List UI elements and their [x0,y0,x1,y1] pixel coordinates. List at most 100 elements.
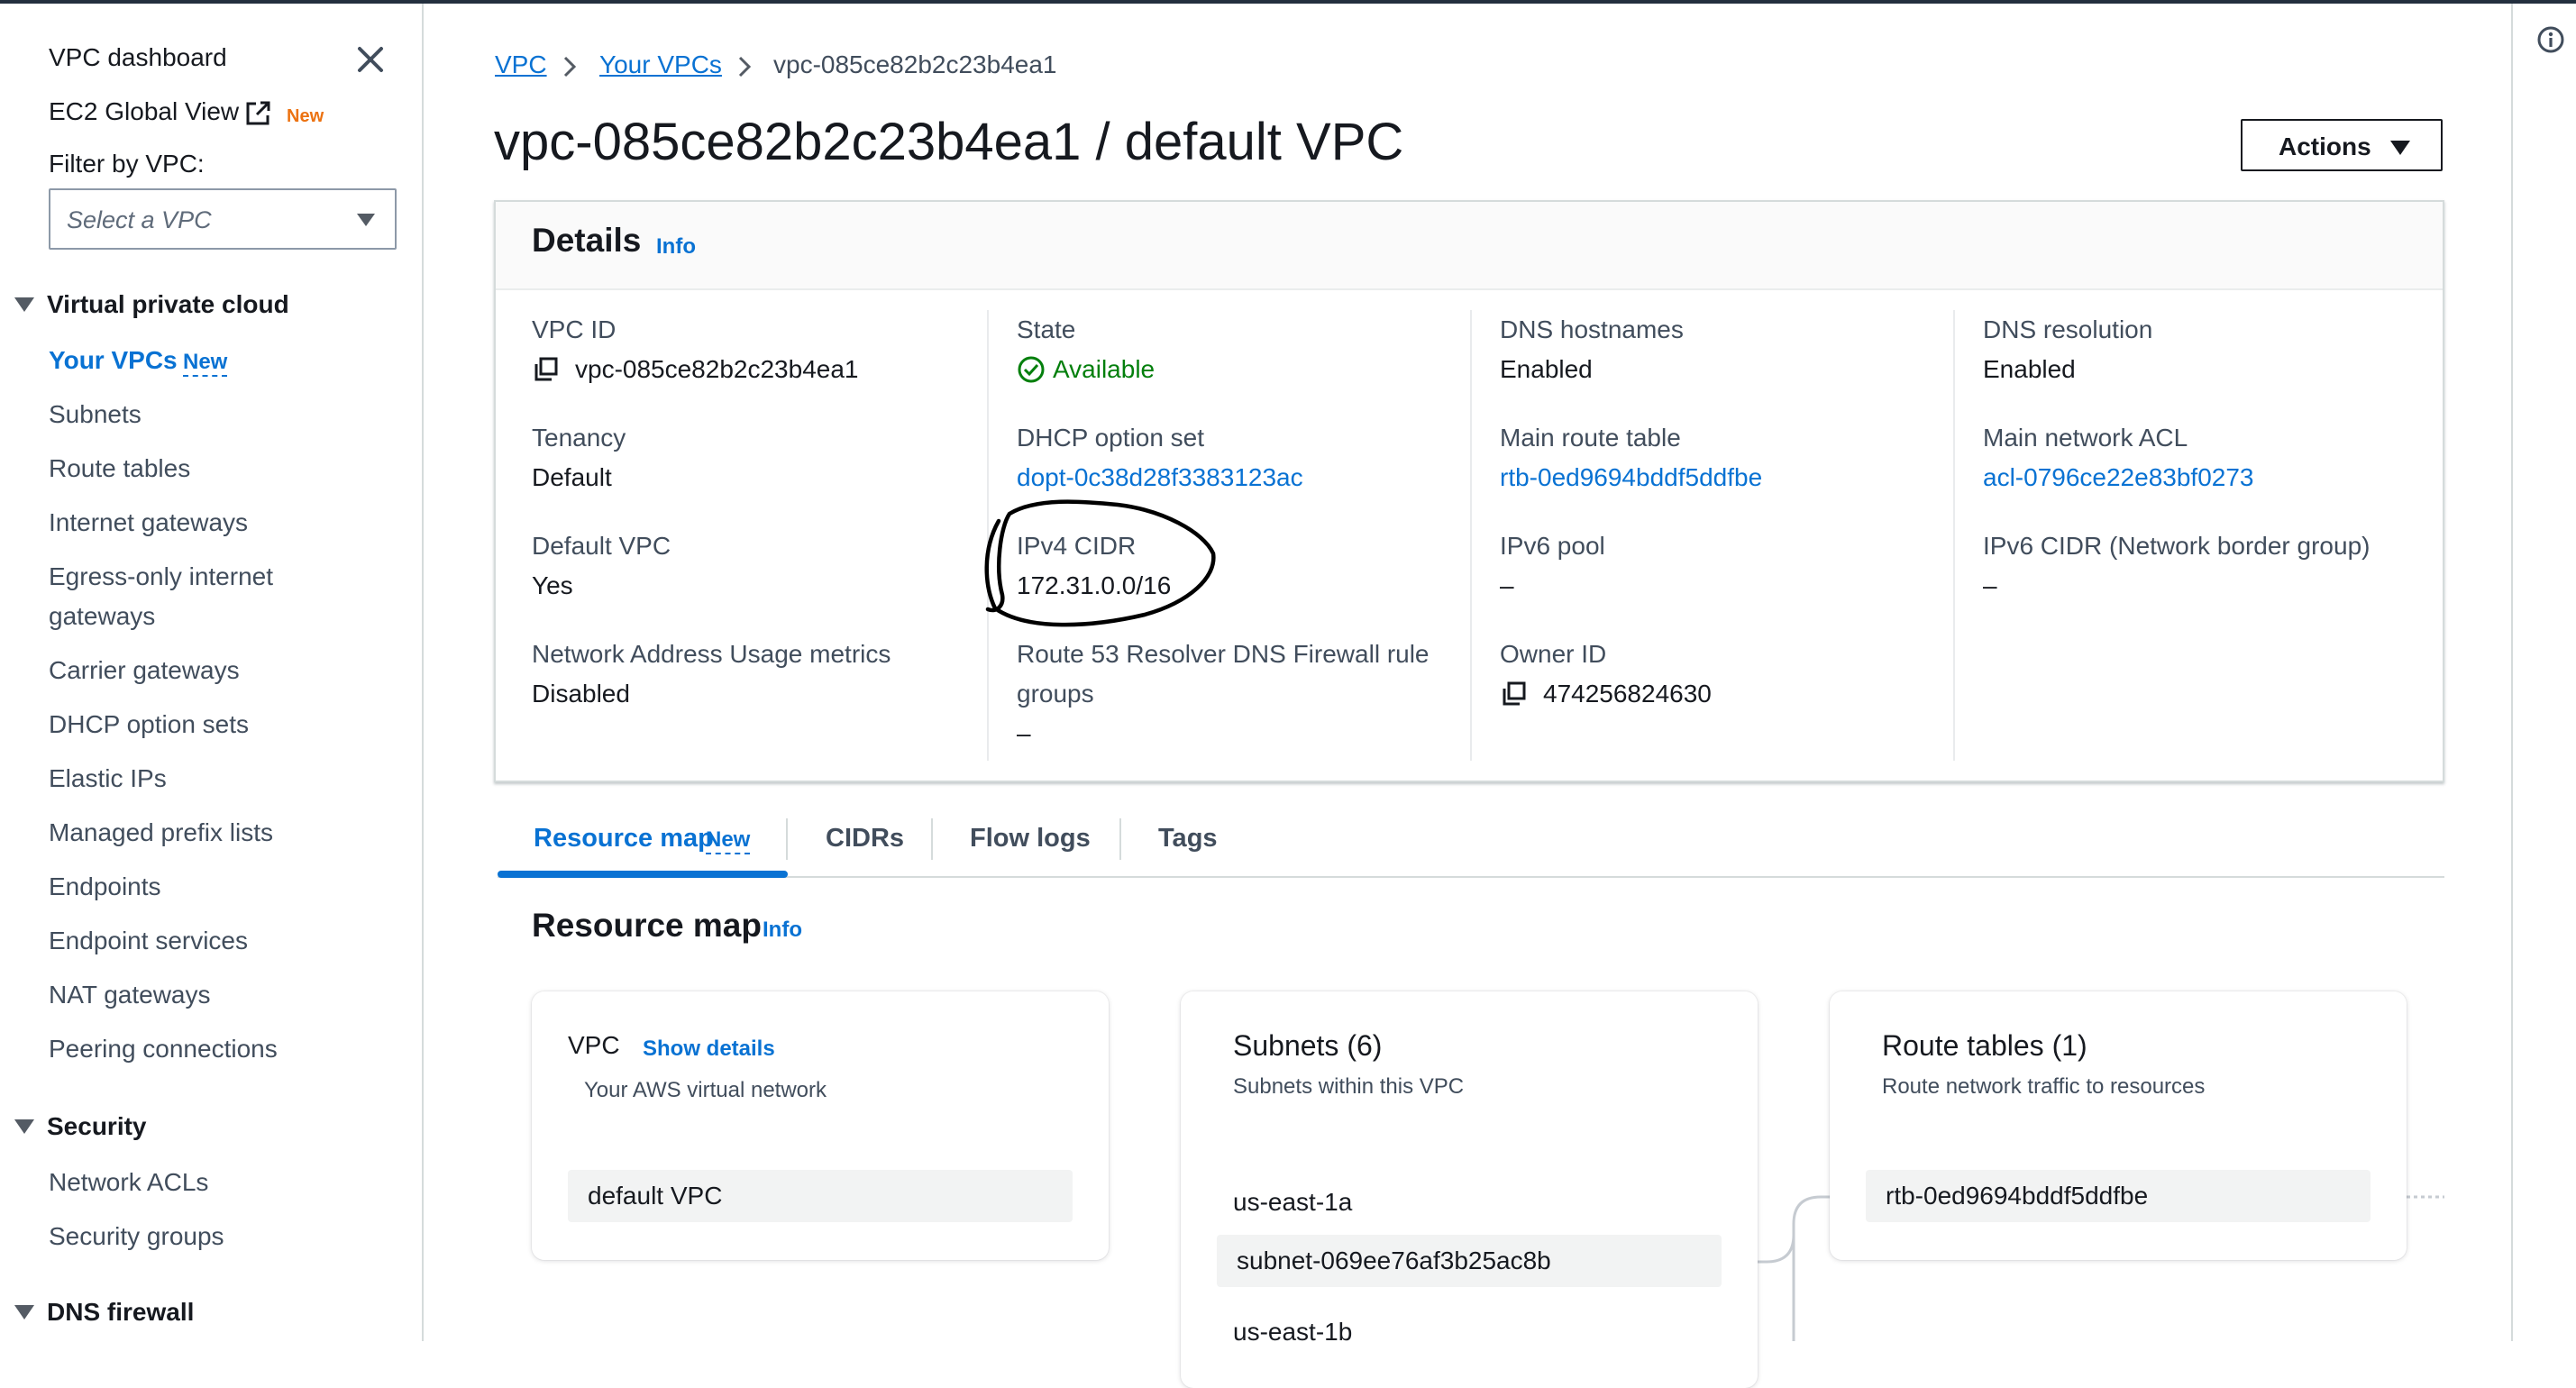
sidebar-item-egress-only-gateways-line2[interactable]: gateways [49,597,155,636]
route-tables-map-card: Route tables (1) Route network traffic t… [1830,991,2407,1260]
tenancy-label: Tenancy [532,424,626,452]
availability-zone-label: us-east-1b [1233,1318,1353,1346]
dns-resolution-value: Enabled [1983,355,2076,383]
route-table-map-item[interactable]: rtb-0ed9694bddf5ddfbe [1866,1170,2370,1222]
active-tab-indicator [498,871,788,878]
copy-icon[interactable] [532,355,561,384]
vpc-id-label: VPC ID [532,315,617,343]
breadcrumb-your-vpcs[interactable]: Your VPCs [599,50,722,79]
ipv6-cidr-label: IPv6 CIDR (Network border group) [1983,532,2370,560]
sidebar-item-network-acls[interactable]: Network ACLs [49,1163,208,1202]
vpc-card-title: VPC [568,1031,620,1059]
vpc-map-item-label: default VPC [588,1182,723,1210]
details-header: Details Info [496,202,2443,290]
sidebar-item-peering-connections[interactable]: Peering connections [49,1029,278,1069]
collapse-triangle-icon[interactable] [14,297,34,312]
dns-hostnames-value: Enabled [1500,355,1593,383]
sidebar-item-dhcp-option-sets[interactable]: DHCP option sets [49,705,249,744]
main-route-table-label: Main route table [1500,424,1681,452]
sidebar-item-elastic-ips[interactable]: Elastic IPs [49,759,167,799]
tools-panel-divider [2511,4,2513,1341]
tab-cidrs[interactable]: CIDRs [826,824,904,854]
section-security[interactable]: Security [47,1112,147,1141]
sidebar-item-route-tables[interactable]: Route tables [49,449,190,489]
page-title: vpc-085ce82b2c23b4ea1 / default VPC [494,113,1404,171]
actions-button[interactable]: Actions [2241,119,2443,171]
column-divider [1470,310,1472,761]
check-circle-icon [1018,356,1045,383]
show-details-link[interactable]: Show details [643,1036,775,1062]
ipv6-pool-value: – [1500,571,1514,599]
subnet-map-item[interactable]: subnet-069ee76af3b25ac8b [1217,1235,1722,1287]
close-icon[interactable] [354,43,387,76]
sidebar-item-your-vpcs[interactable]: Your VPCs [49,341,178,380]
filter-label: Filter by VPC: [49,150,205,178]
resource-map-title: Resource map [532,907,762,944]
route-table-map-item-label: rtb-0ed9694bddf5ddfbe [1886,1182,2149,1210]
resource-map-new-badge[interactable]: New [706,827,751,854]
copy-icon[interactable] [1500,680,1529,708]
ipv6-cidr-value: – [1983,571,1997,599]
tab-tags[interactable]: Tags [1158,824,1218,854]
caret-down-icon [357,214,375,226]
nau-metrics-label: Network Address Usage metrics [532,640,891,668]
vpc-filter-placeholder: Select a VPC [67,206,212,233]
sidebar-item-endpoints[interactable]: Endpoints [49,867,161,907]
vpc-map-card: VPC Show details Your AWS virtual networ… [532,991,1109,1260]
sidebar-item-egress-only-gateways[interactable]: Egress-only internet [49,557,273,597]
caret-down-icon [2390,141,2410,155]
subnet-map-item-label: subnet-069ee76af3b25ac8b [1237,1246,1551,1274]
breadcrumb-current: vpc-085ce82b2c23b4ea1 [773,50,1057,78]
resource-map-info-link[interactable]: Info [763,918,802,943]
tab-resource-map[interactable]: Resource map [534,824,714,854]
default-vpc-label: Default VPC [532,532,671,560]
collapse-triangle-icon[interactable] [14,1305,34,1320]
subnets-card-title: Subnets (6) [1233,1029,1383,1062]
breadcrumb-vpc[interactable]: VPC [495,50,547,79]
state-label: State [1017,315,1076,343]
main-acl-label: Main network ACL [1983,424,2188,452]
dns-resolution-label: DNS resolution [1983,315,2153,343]
tab-separator [931,818,933,860]
owner-id-label: Owner ID [1500,640,1607,668]
details-panel: Details Info VPC ID vpc-085ce82b2c23b4ea… [494,200,2444,782]
collapse-triangle-icon[interactable] [14,1119,34,1134]
actions-label: Actions [2279,132,2371,160]
your-vpcs-new-badge[interactable]: New [183,350,228,377]
tab-separator [1119,818,1121,860]
sidebar-item-subnets[interactable]: Subnets [49,395,142,434]
sidebar-item-managed-prefix-lists[interactable]: Managed prefix lists [49,813,273,853]
global-view-new-badge: New [287,106,324,126]
vpc-card-subtitle: Your AWS virtual network [584,1078,827,1102]
sidebar-global-view-link[interactable]: EC2 Global View [49,97,239,126]
dhcp-label: DHCP option set [1017,424,1205,452]
sidebar-item-nat-gateways[interactable]: NAT gateways [49,975,210,1015]
vpc-filter-select[interactable]: Select a VPC [49,188,397,250]
ipv6-pool-label: IPv6 pool [1500,532,1605,560]
ipv4-cidr-label: IPv4 CIDR [1017,532,1137,560]
tab-separator [786,818,788,860]
sidebar-item-endpoint-services[interactable]: Endpoint services [49,921,248,961]
section-virtual-private-cloud[interactable]: Virtual private cloud [47,290,289,319]
info-icon[interactable] [2536,25,2565,54]
sidebar-item-security-groups[interactable]: Security groups [49,1217,224,1256]
details-title: Details [532,222,642,259]
sidebar-item-internet-gateways[interactable]: Internet gateways [49,503,248,543]
details-info-link[interactable]: Info [656,234,696,260]
main-route-table-link[interactable]: rtb-0ed9694bddf5ddfbe [1500,463,1762,492]
vpc-map-item[interactable]: default VPC [568,1170,1073,1222]
sidebar-item-carrier-gateways[interactable]: Carrier gateways [49,651,240,690]
route-tables-card-subtitle: Route network traffic to resources [1882,1074,2206,1099]
main-acl-link[interactable]: acl-0796ce22e83bf0273 [1983,463,2253,492]
sidebar-dashboard-link[interactable]: VPC dashboard [49,43,227,72]
dns-hostnames-label: DNS hostnames [1500,315,1684,343]
dhcp-link[interactable]: dopt-0c38d28f3383123ac [1017,463,1303,492]
section-dns-firewall[interactable]: DNS firewall [47,1298,194,1327]
sidebar: VPC dashboard EC2 Global View New Filter… [0,4,424,1341]
tab-flow-logs[interactable]: Flow logs [970,824,1091,854]
state-value: Available [1053,355,1156,383]
column-divider [1953,310,1955,761]
route53-value: – [1017,719,1031,747]
chevron-right-icon [563,56,577,78]
default-vpc-value: Yes [532,571,573,599]
